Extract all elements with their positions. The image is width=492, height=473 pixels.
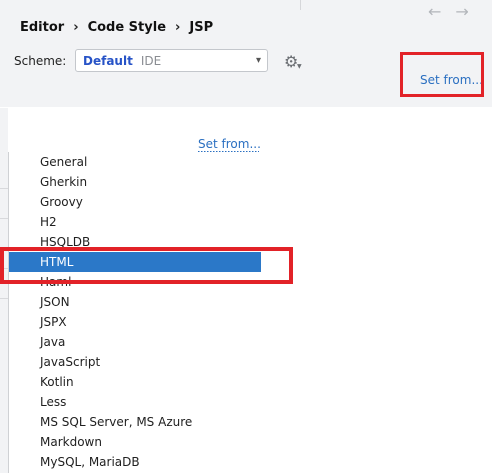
navigation-arrows: ← → [428,2,469,21]
list-item-h2[interactable]: H2 [9,212,261,232]
list-item-groovy[interactable]: Groovy [9,192,261,212]
panel-divider [0,188,8,189]
scheme-label: Scheme: [14,54,67,68]
breadcrumb-item-code-style[interactable]: Code Style [88,20,166,35]
list-item-less[interactable]: Less [9,392,261,412]
set-from-language-list[interactable]: General Gherkin Groovy H2 HSQLDB HTML Haml JSON… [8,152,261,473]
list-item-mysql-mariadb[interactable]: MySQL, MariaDB [9,452,261,472]
settings-header-panel: Editor › Code Style › JSP ← → Scheme: De… [0,0,492,107]
breadcrumb-item-jsp: JSP [189,19,214,35]
chevron-down-icon: ▾ [255,55,261,66]
scheme-selected-scope: IDE [140,53,162,68]
scheme-selected-name: Default [83,53,133,68]
back-arrow-icon[interactable]: ← [428,2,441,21]
annotation-highlight-box [400,52,484,97]
list-item-java[interactable]: Java [9,332,261,352]
list-item-gherkin[interactable]: Gherkin [9,172,261,192]
set-from-link[interactable]: Set from... [198,137,261,151]
annotation-highlight-box [0,247,293,284]
list-item-javascript[interactable]: JavaScript [9,352,261,372]
panel-divider [0,218,8,219]
breadcrumb-item-editor[interactable]: Editor [20,20,64,35]
list-item-ms-sql-server-ms-azure[interactable]: MS SQL Server, MS Azure [9,412,261,432]
list-item-general[interactable]: General [9,152,261,172]
breadcrumb: Editor › Code Style › JSP [20,17,213,37]
gear-dropdown-caret-icon: ▼ [297,63,302,70]
breadcrumb-separator: › [175,19,181,35]
list-item-jspx[interactable]: JSPX [9,312,261,332]
breadcrumb-separator: › [73,19,79,35]
list-item-markdown[interactable]: Markdown [9,432,261,452]
list-item-kotlin[interactable]: Kotlin [9,372,261,392]
list-item-json[interactable]: JSON [9,292,261,312]
panel-separator [300,0,301,10]
panel-divider [0,298,8,299]
left-panel-strip [0,108,8,473]
forward-arrow-icon[interactable]: → [455,2,468,21]
scheme-dropdown[interactable]: Default IDE ▾ [75,49,268,72]
